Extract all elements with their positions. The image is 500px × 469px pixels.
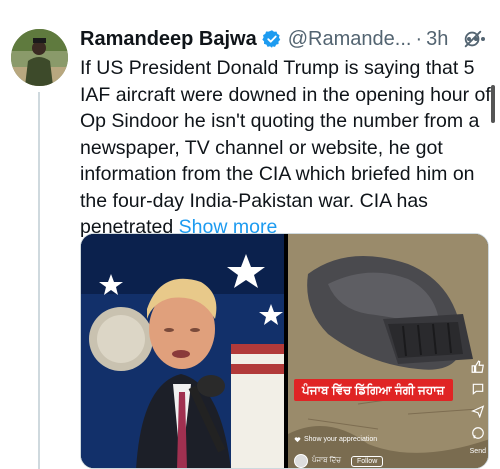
reel-side-actions: Send bbox=[470, 360, 486, 455]
tweet-header: Ramandeep Bajwa @Ramande... · 3h bbox=[80, 26, 484, 52]
caption-badge: ਪੰਜਾਬ ਵਿੱਚ ਡਿੱਗਿਆ ਜੰਗੀ ਜਹਾਜ਼ bbox=[294, 379, 453, 401]
separator-dot: · bbox=[415, 27, 423, 50]
like-icon[interactable] bbox=[471, 360, 485, 374]
thread-line bbox=[38, 92, 40, 469]
more-icon[interactable] bbox=[464, 28, 488, 50]
appreciation-row[interactable]: Show your appreciation bbox=[294, 436, 377, 443]
tweet-text: If US President Donald Trump is saying t… bbox=[80, 55, 500, 241]
author-handle[interactable]: @Ramande... bbox=[288, 28, 412, 51]
timestamp[interactable]: 3h bbox=[426, 28, 448, 51]
reel-user-name[interactable]: ਪੰਜਾਬ ਦਿੱਚ bbox=[312, 457, 341, 465]
trump-speaking-photo[interactable] bbox=[81, 234, 284, 468]
send-label: Send bbox=[469, 448, 486, 455]
avatar[interactable] bbox=[11, 29, 68, 86]
comment-icon[interactable] bbox=[471, 382, 485, 396]
appreciation-text: Show your appreciation bbox=[304, 436, 378, 443]
tweet-body: If US President Donald Trump is saying t… bbox=[80, 57, 491, 238]
follow-button[interactable]: Follow bbox=[351, 455, 384, 467]
aircraft-wreckage-photo[interactable]: ਪੰਜਾਬ ਵਿੱਚ ਡਿੱਗਿਆ ਜੰਗੀ ਜਹਾਜ਼ Send Show y… bbox=[288, 234, 488, 468]
share-icon[interactable] bbox=[470, 404, 485, 419]
reel-user: ਪੰਜਾਬ ਦਿੱਚ Follow bbox=[294, 454, 384, 468]
whatsapp-icon[interactable] bbox=[471, 426, 485, 440]
author-name[interactable]: Ramandeep Bajwa bbox=[80, 28, 257, 51]
heart-icon bbox=[294, 437, 301, 443]
media-grid[interactable]: ਪੰਜਾਬ ਵਿੱਚ ਡਿੱਗਿਆ ਜੰਗੀ ਜਹਾਜ਼ Send Show y… bbox=[80, 233, 489, 469]
scrollbar[interactable] bbox=[491, 85, 495, 123]
reel-avatar[interactable] bbox=[294, 454, 308, 468]
verified-badge-icon bbox=[262, 29, 282, 49]
